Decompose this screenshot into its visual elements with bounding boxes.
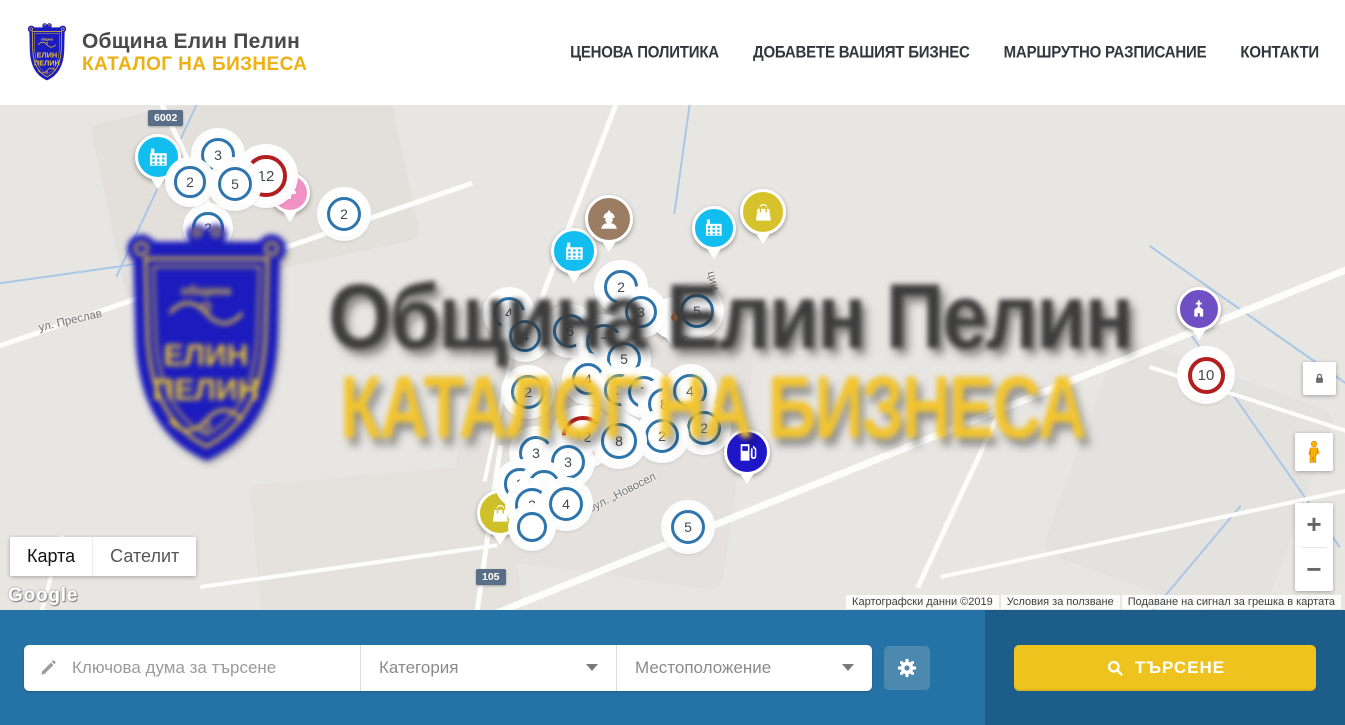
- pegman-icon: [1301, 439, 1327, 465]
- worker-pin[interactable]: [585, 195, 633, 243]
- factory-pin[interactable]: [692, 206, 736, 250]
- map-type-satellite-button[interactable]: Сателит: [92, 537, 196, 576]
- map-copyright: Картографски данни ©2019: [846, 595, 999, 609]
- advanced-options-button[interactable]: [884, 646, 930, 690]
- map-type-control: Карта Сателит: [10, 537, 196, 576]
- org-title: Община Елин Пелин: [82, 30, 307, 54]
- cluster-marker[interactable]: 10: [1181, 350, 1231, 400]
- cluster-marker[interactable]: 2: [505, 369, 551, 415]
- cluster-count: 5: [684, 519, 692, 535]
- nav-route-schedule[interactable]: МАРШРУТНО РАЗПИСАНИЕ: [1004, 43, 1207, 62]
- cluster-count: 8: [615, 433, 623, 449]
- google-map[interactable]: ул. Преславбул. „Новоселции6002105 23212…: [0, 105, 1345, 610]
- search-bar-left: Категория Местоположение: [0, 610, 985, 725]
- cluster-marker[interactable]: 3: [619, 290, 663, 334]
- municipality-logo: [22, 18, 72, 88]
- search-fields-group: Категория Местоположение: [24, 645, 872, 691]
- cluster-count: 8: [660, 396, 668, 412]
- cluster-count: 2: [524, 384, 532, 400]
- street-label: ции: [705, 270, 721, 292]
- cluster-marker[interactable]: 5: [665, 504, 711, 550]
- lock-icon: [1312, 371, 1327, 386]
- nav-contacts[interactable]: КОНТАКТИ: [1240, 43, 1319, 62]
- map-block: [90, 105, 421, 301]
- zoom-out-button[interactable]: −: [1295, 547, 1333, 591]
- gear-icon: [895, 656, 919, 680]
- brand[interactable]: Община Елин Пелин КАТАЛОГ НА БИЗНЕСА: [22, 18, 307, 88]
- bag-pin[interactable]: [740, 189, 786, 235]
- cluster-count: 4: [562, 496, 570, 512]
- cluster-marker[interactable]: 2: [169, 161, 211, 203]
- header: Община Елин Пелин КАТАЛОГ НА БИЗНЕСА ЦЕН…: [0, 0, 1345, 106]
- cluster-marker[interactable]: 2: [321, 191, 367, 237]
- cluster-marker[interactable]: 5: [212, 161, 258, 207]
- location-select-label: Местоположение: [635, 658, 771, 678]
- cluster-count: 10: [1198, 367, 1215, 384]
- map-river: [673, 105, 692, 214]
- map-road: [915, 405, 1004, 588]
- cluster-count: 3: [564, 454, 572, 470]
- search-bar: Категория Местоположение ТЪРСЕНЕ: [0, 610, 1345, 725]
- pencil-icon: [38, 658, 58, 678]
- nav-pricing-policy[interactable]: ЦЕНОВА ПОЛИТИКА: [570, 43, 719, 62]
- cluster-count: 2: [658, 428, 666, 444]
- cluster-count: 6: [566, 323, 574, 339]
- fuel-pin[interactable]: [724, 429, 770, 475]
- search-button-label: ТЪРСЕНЕ: [1135, 658, 1225, 678]
- map-attribution: Картографски данни ©2019 Условия за полз…: [846, 595, 1341, 609]
- cluster-count: 4: [686, 383, 694, 399]
- site-title: КАТАЛОГ НА БИЗНЕСА: [82, 54, 307, 76]
- category-select-label: Категория: [379, 658, 458, 678]
- cluster-count: 5: [620, 351, 628, 367]
- road-number-badge: 105: [476, 569, 506, 585]
- search-button[interactable]: ТЪРСЕНЕ: [1014, 645, 1316, 691]
- google-logo[interactable]: Google: [8, 585, 78, 607]
- cluster-marker[interactable]: 2: [681, 405, 727, 451]
- street-view-pegman-button[interactable]: [1295, 433, 1333, 471]
- location-select[interactable]: Местоположение: [616, 645, 872, 691]
- category-select[interactable]: Категория: [360, 645, 616, 691]
- search-bar-right: ТЪРСЕНЕ: [985, 610, 1345, 725]
- cluster-count: 2: [204, 220, 212, 236]
- cluster-count: 2: [700, 420, 708, 436]
- cluster-marker[interactable]: [512, 507, 552, 547]
- map-type-map-button[interactable]: Карта: [10, 537, 92, 576]
- lock-button[interactable]: [1303, 362, 1336, 395]
- report-error-link[interactable]: Подаване на сигнал за грешка в картата: [1122, 595, 1341, 609]
- road-number-badge: 6002: [148, 110, 183, 126]
- cluster-count: 3: [214, 147, 222, 163]
- keyword-search-input[interactable]: [70, 657, 334, 679]
- nav-add-business[interactable]: ДОБАВЕТЕ ВАШИЯТ БИЗНЕС: [753, 43, 970, 62]
- cluster-count: 5: [693, 303, 701, 319]
- cluster-marker[interactable]: 4: [503, 314, 547, 358]
- cluster-count: 12: [258, 168, 275, 185]
- cluster-count: 3: [637, 304, 645, 320]
- chevron-down-icon: [842, 664, 854, 671]
- cluster-count: 2: [617, 279, 625, 295]
- cluster-count: 4: [521, 328, 529, 344]
- cluster-marker[interactable]: 8: [595, 417, 643, 465]
- zoom-in-button[interactable]: +: [1295, 503, 1333, 547]
- keyword-field-wrap: [24, 645, 360, 691]
- cluster-count: 3: [532, 445, 540, 461]
- chevron-down-icon: [586, 664, 598, 671]
- search-icon: [1105, 658, 1125, 678]
- terms-link[interactable]: Условия за ползване: [1001, 595, 1120, 609]
- cluster-count: 2: [186, 174, 194, 190]
- street-label: ул. Преслав: [37, 308, 103, 334]
- cluster-marker[interactable]: 2: [187, 207, 229, 249]
- cluster-count: 2: [340, 206, 348, 222]
- zoom-control: + −: [1295, 503, 1333, 591]
- main-nav: ЦЕНОВА ПОЛИТИКА ДОБАВЕТЕ ВАШИЯТ БИЗНЕС М…: [570, 44, 1319, 61]
- cluster-count: 4: [584, 371, 592, 387]
- cluster-marker[interactable]: 2: [639, 413, 685, 459]
- church-pin[interactable]: [1177, 287, 1221, 331]
- cluster-count: 5: [231, 176, 239, 192]
